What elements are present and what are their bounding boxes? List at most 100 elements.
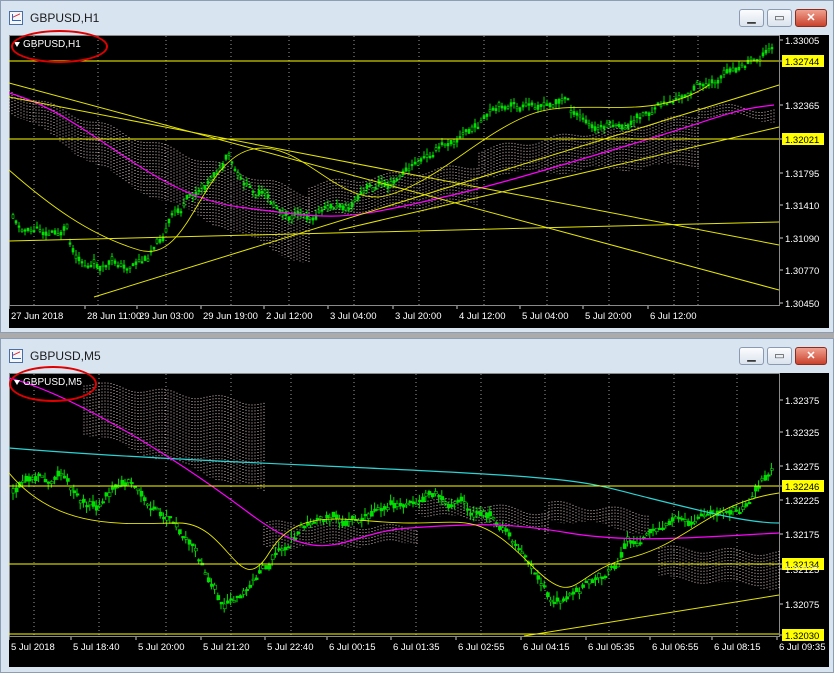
candle-body xyxy=(113,260,117,264)
candle-body xyxy=(551,104,555,108)
candle-body xyxy=(392,179,396,184)
candle-body xyxy=(422,156,426,159)
candle-body xyxy=(524,102,528,107)
candle-body xyxy=(128,266,132,269)
candle-body xyxy=(650,112,654,115)
candle-body xyxy=(701,84,705,87)
candle-body xyxy=(370,511,374,517)
candle-body xyxy=(264,565,269,570)
candle-body xyxy=(326,205,330,210)
candle-body xyxy=(590,579,595,583)
candle-body xyxy=(462,501,467,504)
candle-body xyxy=(482,115,486,120)
close-button[interactable]: ✕ xyxy=(795,9,827,27)
candle-body xyxy=(77,256,81,262)
candle-body xyxy=(521,104,525,108)
candle-body xyxy=(185,194,189,200)
candle-body xyxy=(427,491,432,495)
candle-body xyxy=(738,511,742,514)
candle-body xyxy=(562,598,566,602)
candle-body xyxy=(110,256,114,261)
candle-body xyxy=(744,503,749,507)
candle-body xyxy=(107,260,111,265)
candle-body xyxy=(741,506,745,510)
candle-body xyxy=(350,202,354,208)
candle-body xyxy=(335,204,339,208)
candle-body xyxy=(164,228,168,233)
candle-body xyxy=(658,527,662,531)
candle-body xyxy=(260,190,264,194)
minimize-button[interactable]: ▁ xyxy=(739,9,764,27)
candle-body xyxy=(680,518,685,521)
candle-body xyxy=(568,593,573,596)
candle-body xyxy=(323,206,327,209)
candle-body xyxy=(32,230,36,233)
candle-body xyxy=(389,181,393,185)
candle-body xyxy=(287,216,291,220)
candle-body xyxy=(222,603,227,610)
candle-body xyxy=(242,590,246,595)
candle-body xyxy=(227,153,231,156)
candle-body xyxy=(482,511,486,516)
candle-body xyxy=(575,112,579,116)
candle-body xyxy=(21,480,25,483)
candle-body xyxy=(14,220,18,224)
candle-body xyxy=(600,576,605,580)
candle-body xyxy=(338,203,342,208)
chart-canvas-h1[interactable]: 1.33005 1.32744 1.32365 1.32021 1.31795 1.314… xyxy=(9,30,829,328)
window-titlebar[interactable]: GBPUSD,H1 ▁ ▭ ✕ xyxy=(1,1,833,35)
candle-body xyxy=(461,132,465,135)
candle-body xyxy=(596,127,600,131)
candle-body xyxy=(66,478,70,482)
price-chart-m5[interactable]: 1.32375 1.32325 1.32275 1.32246 1.32225 1.321… xyxy=(9,373,829,667)
candle-body xyxy=(587,579,592,585)
candle-body xyxy=(696,516,701,519)
restore-button[interactable]: ▭ xyxy=(767,9,792,27)
candle-body xyxy=(677,517,681,520)
candle-body xyxy=(761,52,765,57)
window-titlebar[interactable]: GBPUSD,M5 ▁ ▭ ✕ xyxy=(1,339,833,373)
chart-canvas-m5[interactable]: 1.32375 1.32325 1.32275 1.32246 1.32225 1.321… xyxy=(9,366,829,667)
restore-button[interactable]: ▭ xyxy=(767,347,792,365)
price-label: 1.32744 xyxy=(785,57,819,68)
time-label: 2 Jul 12:00 xyxy=(266,311,312,322)
chart-window-m5[interactable]: GBPUSD,M5 ▁ ▭ ✕ 1.32375 1.32325 1.32275 1.3… xyxy=(0,338,834,673)
candle-body xyxy=(602,126,606,130)
price-label: 1.31795 xyxy=(785,169,819,180)
moving-average-magenta xyxy=(9,377,780,547)
candle-body xyxy=(503,106,507,110)
candle-body xyxy=(30,477,35,480)
candle-body xyxy=(504,528,509,532)
candle-body xyxy=(479,120,483,123)
candle-body xyxy=(50,481,54,484)
minimize-button[interactable]: ▁ xyxy=(739,347,764,365)
candle-body xyxy=(734,67,738,73)
candle-body xyxy=(98,265,102,271)
candle-body xyxy=(146,258,150,262)
candle-body xyxy=(674,516,678,519)
candle-body xyxy=(14,487,19,493)
candle-body xyxy=(527,103,531,106)
candle-body xyxy=(53,230,57,235)
candle-body xyxy=(59,473,64,476)
candle-body xyxy=(563,97,567,100)
chart-window-h1[interactable]: GBPUSD,H1 ▁ ▭ ✕ 1.33005 1.32744 1.32365 1.3… xyxy=(0,0,834,333)
candle-body xyxy=(440,496,445,501)
candle-body xyxy=(379,508,384,512)
candle-body xyxy=(143,256,147,261)
candle-body xyxy=(165,516,169,521)
close-button[interactable]: ✕ xyxy=(795,347,827,365)
candle-body xyxy=(530,102,534,106)
time-label: 6 Jul 08:15 xyxy=(714,642,760,653)
candle-body xyxy=(629,120,633,125)
candle-body xyxy=(430,493,435,498)
candle-body xyxy=(134,261,138,265)
time-label: 6 Jul 00:15 xyxy=(329,642,375,653)
candle-body xyxy=(318,516,323,519)
candle-body xyxy=(43,479,48,483)
candle-body xyxy=(53,476,57,480)
candle-body xyxy=(374,187,378,190)
candle-body xyxy=(280,548,285,551)
candle-body xyxy=(437,494,441,498)
price-chart-h1[interactable]: 1.33005 1.32744 1.32365 1.32021 1.31795 1.314… xyxy=(9,35,829,328)
